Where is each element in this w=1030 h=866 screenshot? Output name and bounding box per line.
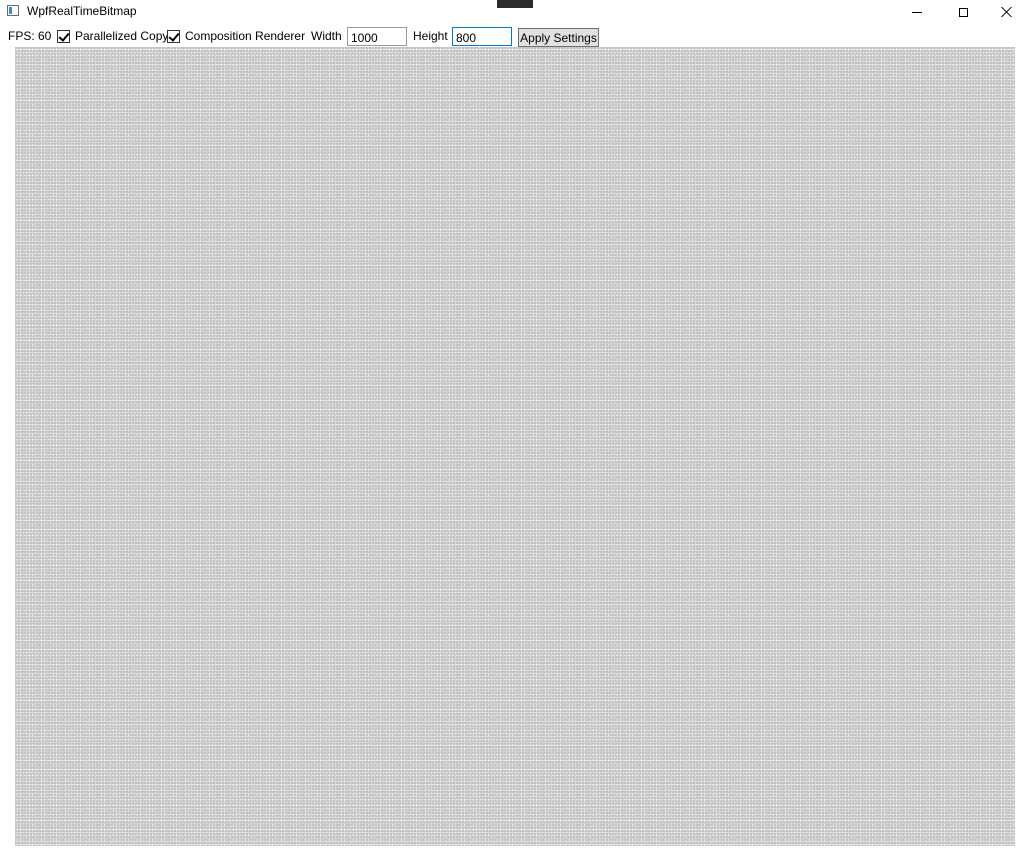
parallelized-copy-label: Parallelized Copy <box>75 29 169 43</box>
apply-settings-button[interactable]: Apply Settings <box>518 28 599 47</box>
title-bar-handle[interactable] <box>497 0 533 8</box>
app-window: WpfRealTimeBitmap FPS: 60 Parallelized C… <box>0 0 1030 866</box>
composition-renderer-check-icon[interactable] <box>167 29 180 43</box>
app-icon <box>7 5 19 16</box>
minimize-icon <box>912 11 922 13</box>
maximize-button[interactable] <box>940 0 986 24</box>
maximize-icon <box>958 7 968 17</box>
composition-renderer-checkbox[interactable]: Composition Renderer <box>167 25 305 47</box>
close-icon <box>1001 6 1013 18</box>
height-input[interactable] <box>452 27 512 46</box>
width-label: Width <box>311 29 342 43</box>
realtime-bitmap-canvas <box>15 47 1015 846</box>
composition-renderer-label: Composition Renderer <box>185 29 306 43</box>
parallelized-copy-check-icon[interactable] <box>57 29 70 43</box>
settings-toolbar: FPS: 60 Parallelized Copy Composition Re… <box>0 25 1030 47</box>
parallelized-copy-checkbox[interactable]: Parallelized Copy <box>57 25 168 47</box>
title-bar[interactable]: WpfRealTimeBitmap <box>0 0 1030 24</box>
width-input[interactable] <box>347 27 407 46</box>
window-title: WpfRealTimeBitmap <box>27 4 137 18</box>
minimize-button[interactable] <box>894 0 940 24</box>
close-button[interactable] <box>984 0 1030 24</box>
fps-label: FPS: 60 <box>8 29 52 43</box>
height-label: Height <box>413 29 448 43</box>
